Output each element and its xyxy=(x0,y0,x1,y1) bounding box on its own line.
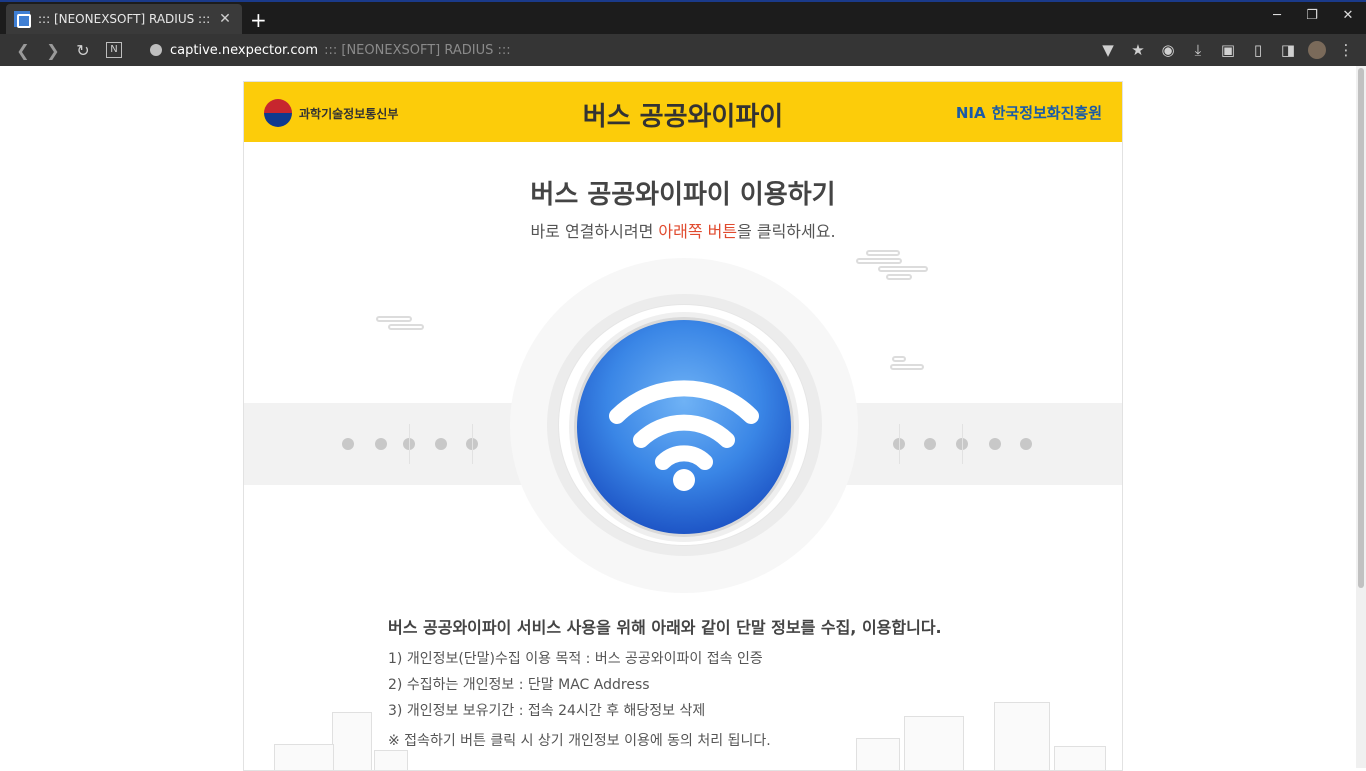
subtitle-highlight: 아래쪽 버튼 xyxy=(658,222,738,241)
page-scrollbar[interactable] xyxy=(1356,66,1366,768)
restore-window-button[interactable]: ❐ xyxy=(1297,8,1327,23)
extension-icon[interactable]: ◉ xyxy=(1158,40,1178,60)
band-tick xyxy=(472,424,473,464)
building-shape xyxy=(994,702,1050,770)
building-shape xyxy=(274,744,334,770)
scrollbar-thumb[interactable] xyxy=(1358,68,1364,588)
new-tab-button[interactable]: + xyxy=(250,8,267,32)
nia-name: 한국정보화진흥원 xyxy=(991,104,1102,122)
site-favicon-icon xyxy=(14,11,31,28)
page-title: 버스 공공와이파이 이용하기 xyxy=(530,180,836,210)
download-icon[interactable]: ⤓ xyxy=(1188,40,1208,60)
building-shape xyxy=(332,712,372,770)
menu-icon[interactable]: ⋮ xyxy=(1336,40,1356,60)
city-skyline-illustration xyxy=(244,682,1122,770)
reload-icon[interactable]: ↻ xyxy=(68,41,98,60)
browser-tab-bar: ::: [NEONEXSOFT] RADIUS ::: ✕ + ─ ❐ ✕ xyxy=(0,0,1366,34)
building-shape xyxy=(1054,746,1106,770)
n-icon[interactable]: N xyxy=(106,42,122,58)
page-subtitle: 바로 연결하시려면 아래쪽 버튼을 클릭하세요. xyxy=(244,218,1122,242)
subtitle-pre: 바로 연결하시려면 xyxy=(530,222,659,241)
forward-icon[interactable]: ❯ xyxy=(38,41,68,60)
tab-close-icon[interactable]: ✕ xyxy=(216,11,234,27)
building-shape xyxy=(904,716,964,770)
band-dot xyxy=(435,438,447,450)
reader-icon[interactable]: ▯ xyxy=(1248,40,1268,60)
subtitle-post: 을 클릭하세요. xyxy=(737,222,836,241)
band-dot xyxy=(924,438,936,450)
sidebar-icon[interactable]: ◨ xyxy=(1278,40,1298,60)
page-container: 과학기술정보통신부 버스 공공와이파이 NIA 한국정보화진흥원 버스 공공와이파… xyxy=(243,81,1123,771)
minimize-window-button[interactable]: ─ xyxy=(1262,8,1292,23)
site-info-icon[interactable] xyxy=(150,44,162,56)
band-dot xyxy=(375,438,387,450)
building-shape xyxy=(856,738,900,770)
back-icon[interactable]: ❮ xyxy=(8,41,38,60)
band-tick xyxy=(899,424,900,464)
shield-icon[interactable]: ▼ xyxy=(1098,40,1118,60)
band-tick xyxy=(962,424,963,464)
site-header: 과학기술정보통신부 버스 공공와이파이 NIA 한국정보화진흥원 xyxy=(244,82,1122,142)
close-window-button[interactable]: ✕ xyxy=(1333,8,1363,23)
url-page-title: ::: [NEONEXSOFT] RADIUS ::: xyxy=(324,42,511,58)
camera-icon[interactable]: ▣ xyxy=(1218,40,1238,60)
url-host[interactable]: captive.nexpector.com xyxy=(170,43,318,58)
privacy-line: 1) 개인정보(단말)수집 이용 목적 : 버스 공공와이파이 접속 인증 xyxy=(388,651,763,667)
band-dot xyxy=(1020,438,1032,450)
tab-title: ::: [NEONEXSOFT] RADIUS ::: xyxy=(38,12,211,26)
band-dot xyxy=(989,438,1001,450)
band-dot xyxy=(342,438,354,450)
browser-tab[interactable]: ::: [NEONEXSOFT] RADIUS ::: ✕ xyxy=(6,4,242,34)
wifi-icon xyxy=(609,380,759,491)
address-bar: ❮ ❯ ↻ N captive.nexpector.com ::: [NEONE… xyxy=(0,34,1366,66)
nia-logo: NIA 한국정보화진흥원 xyxy=(956,102,1102,123)
privacy-heading: 버스 공공와이파이 서비스 사용을 위해 아래와 같이 단말 정보를 수집, 이… xyxy=(388,618,942,637)
toolbar-icons: ▼ ★ ◉ ⤓ ▣ ▯ ◨ ⋮ xyxy=(1098,40,1356,60)
wifi-connect-button[interactable] xyxy=(574,317,794,537)
band-tick xyxy=(409,424,410,464)
bookmark-star-icon[interactable]: ★ xyxy=(1128,40,1148,60)
profile-avatar[interactable] xyxy=(1308,41,1326,59)
nia-abbr: NIA xyxy=(955,104,986,122)
